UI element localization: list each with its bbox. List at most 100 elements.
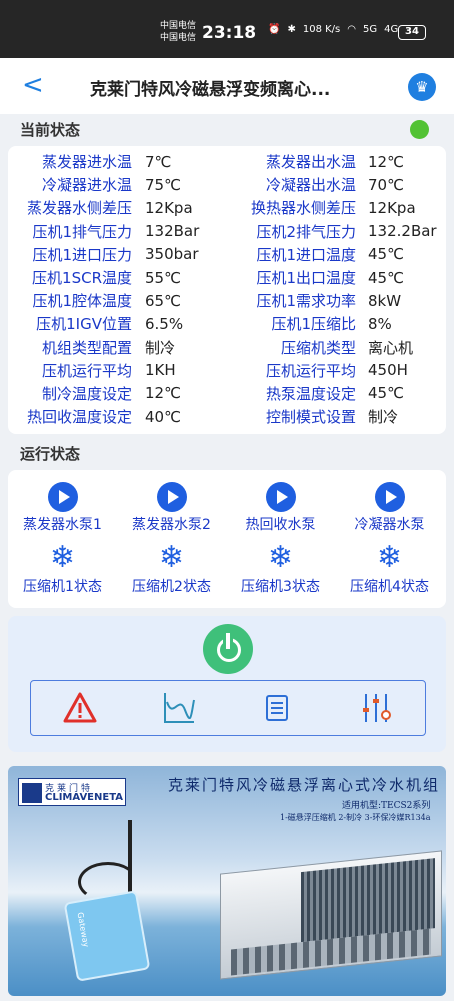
run-status-label: 冷凝器水泵 <box>354 517 425 533</box>
run-status-item[interactable]: 蒸发器水泵1 <box>8 478 117 540</box>
carrier-1: 中国电信 <box>160 21 197 31</box>
chiller-unit-image <box>220 850 442 980</box>
section-current-status: 当前状态 <box>20 121 81 139</box>
param-label: 压机2排气压力 <box>256 222 356 241</box>
param-label: 换热器水侧差压 <box>250 199 356 218</box>
param-row: 压机1IGV位置 6.5% 压机1压缩比 8% <box>8 312 446 335</box>
alarm-icon[interactable] <box>62 690 98 726</box>
param-value: 132.2Bar <box>368 222 437 241</box>
run-status-label: 热回收水泵 <box>245 517 316 533</box>
play-icon <box>265 482 296 512</box>
wifi-icon: ◠ <box>347 24 356 35</box>
power-button[interactable] <box>203 624 253 674</box>
param-value: 45℃ <box>368 384 404 403</box>
play-icon <box>47 482 78 512</box>
param-label: 压机1排气压力 <box>32 222 132 241</box>
run-status-item[interactable]: ❄ 压缩机4状态 <box>335 540 444 602</box>
param-value: 8kW <box>368 291 402 310</box>
param-value: 6.5% <box>145 314 184 333</box>
param-row: 热回收温度设定 40℃ 控制模式设置 制冷 <box>8 405 446 428</box>
param-row: 压机1腔体温度 65℃ 压机1需求功率 8kW <box>8 289 446 312</box>
system-status-bar: 中国电信 中国电信 23:18 ⏰ ✱ 108 K/s ◠ 5G 4G 34 <box>0 0 454 58</box>
param-value: 12Kpa <box>145 198 193 217</box>
param-label: 冷凝器出水温 <box>265 176 356 195</box>
run-status-item[interactable]: ❄ 压缩机1状态 <box>8 540 117 602</box>
list-icon[interactable] <box>259 690 295 726</box>
param-row: 压机运行平均 1KH 压机运行平均 450H <box>8 359 446 382</box>
run-status-label: 蒸发器水泵2 <box>132 517 211 533</box>
param-value: 65℃ <box>145 291 181 310</box>
param-value: 制冷 <box>368 408 399 427</box>
param-label: 热回收温度设定 <box>26 408 132 427</box>
param-row: 压机1进口压力 350bar 压机1进口温度 45℃ <box>8 243 446 266</box>
snowflake-icon: ❄ <box>267 540 294 575</box>
param-label: 冷凝器进水温 <box>41 176 132 195</box>
play-icon <box>156 482 187 512</box>
battery-indicator: 34 <box>398 25 426 40</box>
crown-icon[interactable]: ♛ <box>408 73 436 101</box>
section-run-status: 运行状态 <box>20 445 81 463</box>
settings-sliders-icon[interactable] <box>358 690 394 726</box>
param-value: 70℃ <box>368 175 404 194</box>
param-value: 7℃ <box>145 152 172 171</box>
app-header: < 克莱门特风冷磁悬浮变频离心... ♛ <box>0 58 454 114</box>
param-label: 蒸发器进水温 <box>41 153 132 172</box>
param-label: 压机1出口温度 <box>256 269 356 288</box>
param-value: 制冷 <box>145 338 176 357</box>
param-row: 制冷温度设定 12℃ 热泵温度设定 45℃ <box>8 382 446 405</box>
param-row: 蒸发器水侧差压 12Kpa 换热器水侧差压 12Kpa <box>8 196 446 219</box>
online-status-indicator <box>410 120 429 139</box>
status-icons: ⏰ ✱ 108 K/s ◠ 5G 4G <box>268 24 398 35</box>
curve-chart-icon[interactable] <box>161 690 197 726</box>
clock: 23:18 <box>202 23 257 43</box>
product-banner: 克莱门特 CLIMAVENETA 克莱门特风冷磁悬浮离心式冷水机组 适用机型:T… <box>8 766 446 996</box>
param-value: 12℃ <box>145 384 181 403</box>
brand-mark <box>22 783 42 803</box>
param-label: 压缩机类型 <box>280 338 356 357</box>
param-value: 132Bar <box>145 222 200 241</box>
param-row: 压机1排气压力 132Bar 压机2排气压力 132.2Bar <box>8 220 446 243</box>
param-label: 压机1进口温度 <box>256 245 356 264</box>
signal-4g: 4G <box>384 24 399 35</box>
snowflake-icon: ❄ <box>49 540 76 575</box>
param-value: 450H <box>368 361 408 380</box>
brand-logo: 克莱门特 CLIMAVENETA <box>18 778 126 806</box>
snowflake-icon: ❄ <box>376 540 403 575</box>
run-status-item[interactable]: 蒸发器水泵2 <box>117 478 226 540</box>
param-row: 机组类型配置 制冷 压缩机类型 离心机 <box>8 336 446 359</box>
logo-en-text: CLIMAVENETA <box>45 792 123 803</box>
run-status-label: 压缩机2状态 <box>132 579 211 595</box>
param-label: 压机1腔体温度 <box>32 292 132 311</box>
param-row: 蒸发器进水温 7℃ 蒸发器出水温 12℃ <box>8 150 446 173</box>
param-label: 热泵温度设定 <box>265 384 356 403</box>
run-status-item[interactable]: 热回收水泵 <box>226 478 335 540</box>
run-status-item[interactable]: ❄ 压缩机2状态 <box>117 540 226 602</box>
param-label: 压机1压缩比 <box>271 315 356 334</box>
param-value: 45℃ <box>368 268 404 287</box>
param-label: 压机1IGV位置 <box>36 315 132 334</box>
param-label: 蒸发器出水温 <box>265 153 356 172</box>
back-arrow-icon[interactable]: < <box>22 70 44 100</box>
run-status-label: 蒸发器水泵1 <box>23 517 102 533</box>
banner-subtitle-features: 1-磁悬浮压缩机 2-制冷 3-环保冷媒R134a <box>280 813 431 822</box>
run-status-item[interactable]: 冷凝器水泵 <box>335 478 444 540</box>
param-label: 蒸发器水侧差压 <box>26 199 132 218</box>
param-label: 压机1SCR温度 <box>32 269 132 288</box>
param-label: 制冷温度设定 <box>41 384 132 403</box>
carrier-info: 中国电信 中国电信 <box>160 20 196 44</box>
param-value: 1KH <box>145 361 176 380</box>
param-label: 压机运行平均 <box>41 361 132 380</box>
run-status-label: 压缩机3状态 <box>241 579 320 595</box>
control-panel <box>8 616 446 752</box>
gateway-label: Gateway <box>75 911 91 948</box>
parameters-panel: 蒸发器进水温 7℃ 蒸发器出水温 12℃ 冷凝器进水温 75℃ 冷凝器出水温 70℃ 蒸发器水侧… <box>8 146 446 434</box>
param-value: 12Kpa <box>368 198 416 217</box>
param-value: 12℃ <box>368 152 404 171</box>
param-value: 350bar <box>145 245 199 264</box>
play-icon <box>374 482 405 512</box>
banner-title: 克莱门特风冷磁悬浮离心式冷水机组 <box>168 776 441 794</box>
run-status-item[interactable]: ❄ 压缩机3状态 <box>226 540 335 602</box>
param-value: 离心机 <box>368 338 414 357</box>
param-label: 压机运行平均 <box>265 361 356 380</box>
param-value: 75℃ <box>145 175 181 194</box>
